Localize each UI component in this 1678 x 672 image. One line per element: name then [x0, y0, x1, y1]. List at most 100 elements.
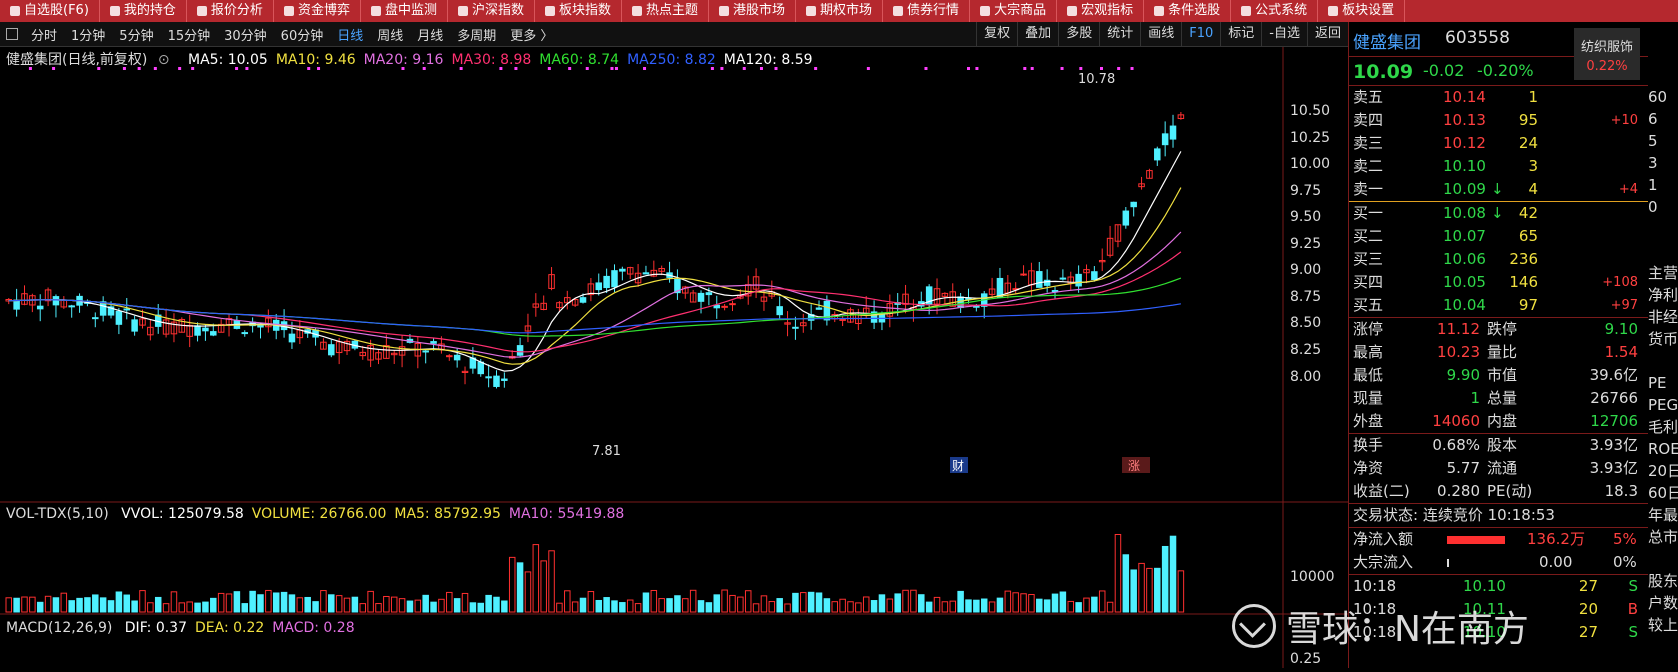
edge-text: 主营: [1648, 264, 1678, 282]
volume-bar: [335, 595, 343, 613]
volume-bar: [902, 589, 909, 613]
top-menu-item[interactable]: 债券行情: [883, 0, 971, 22]
orderbook-volume: 24: [1518, 134, 1538, 152]
orderbook-row[interactable]: 买二 10.07 65: [1349, 225, 1648, 248]
volume-indicator-name: VOL-TDX(5,10): [6, 506, 109, 522]
orderbook-row[interactable]: 卖三 10.12 24: [1349, 132, 1648, 155]
period-tab[interactable]: 日线: [330, 25, 370, 44]
top-menu-label: 期权市场: [820, 3, 873, 18]
top-menu-item[interactable]: 自选股(F6): [0, 0, 100, 22]
candle-body: [493, 375, 500, 387]
volume-bar: [21, 596, 28, 613]
toolbar-button[interactable]: 画线: [1140, 22, 1181, 46]
orderbook-price: 10.13: [1443, 111, 1486, 129]
toolbar-button[interactable]: 叠加: [1017, 22, 1058, 46]
price-change: -0.02: [1423, 61, 1465, 80]
volume-bar: [375, 603, 382, 613]
ma-toggle-icon[interactable]: ⊙: [158, 52, 170, 68]
period-tab[interactable]: 多周期: [450, 25, 503, 44]
volume-bar: [123, 594, 131, 613]
volume-bar: [878, 594, 886, 613]
kline-chart-area[interactable]: 10.50 10.25 10.00 9.75 9.50 9.25 9.00 8.75 8.50 8…: [0, 47, 1348, 668]
top-menu-item[interactable]: 宏观指标: [1057, 0, 1145, 22]
volume-bar: [249, 590, 256, 613]
volume-bar: [477, 602, 485, 613]
orderbook-row[interactable]: 买三 10.06 236: [1349, 248, 1648, 271]
kline-chart-svg[interactable]: 10.50 10.25 10.00 9.75 9.50 9.25 9.00 8.75 8.50 8…: [0, 47, 1348, 668]
toolbar-button[interactable]: -自选: [1261, 22, 1307, 46]
volume-bar: [359, 603, 367, 613]
high-price-marker: 10.78: [1078, 72, 1115, 87]
volume-bar: [60, 592, 68, 613]
edge-text: [1648, 240, 1678, 262]
period-tab[interactable]: 月线: [410, 25, 450, 44]
orderbook-row[interactable]: 卖四 10.13 95 +10: [1349, 109, 1648, 132]
orderbook-volume: 97: [1518, 296, 1538, 314]
top-menu-item[interactable]: 沪深指数: [448, 0, 535, 22]
top-menu-item[interactable]: 港股市场: [709, 0, 797, 22]
top-menu-item[interactable]: 资金博弈: [274, 0, 361, 22]
volume-bar: [949, 600, 957, 613]
toolbar-button[interactable]: 返回: [1306, 22, 1348, 46]
edge-text: 60日: [1648, 484, 1678, 502]
layout-toggle-icon[interactable]: [6, 28, 18, 40]
orderbook-row[interactable]: 买一 10.08 ↓ 42: [1349, 202, 1648, 225]
toolbar-button[interactable]: 统计: [1099, 22, 1140, 46]
top-menu-item[interactable]: 条件选股: [1144, 0, 1232, 22]
top-menu-item[interactable]: 我的持仓: [100, 0, 187, 22]
low-price-marker: 7.81: [592, 444, 621, 459]
edge-text: ROE: [1648, 440, 1678, 458]
top-menu-item[interactable]: 盘中监测: [361, 0, 448, 22]
top-menu-item[interactable]: 板块设置: [1318, 0, 1406, 22]
top-menu-item[interactable]: 报价分析: [187, 0, 274, 22]
top-menu-item[interactable]: 板块指数: [535, 0, 622, 22]
orderbook-row[interactable]: 卖一 10.09 ↓ 4 +4: [1349, 178, 1648, 201]
edge-text: 货币: [1648, 330, 1678, 348]
stat-label: 换手: [1353, 436, 1384, 454]
tick-price: 10.10: [1463, 577, 1506, 595]
volume-bar: [666, 598, 673, 613]
toolbar-button[interactable]: 复权: [976, 22, 1017, 46]
period-tab[interactable]: 周线: [370, 25, 410, 44]
volume-bar: [768, 601, 776, 613]
top-menu-item[interactable]: 热点主题: [622, 0, 710, 22]
volume-bar: [650, 589, 658, 613]
top-menu-label: 我的持仓: [123, 3, 176, 18]
orderbook-row[interactable]: 买五 10.04 97 +97: [1349, 294, 1648, 317]
edge-text: 较上: [1648, 616, 1678, 634]
period-tab[interactable]: 30分钟: [217, 25, 274, 44]
candle-body: [485, 376, 492, 379]
toolbar-button[interactable]: F10: [1181, 22, 1220, 46]
top-menu-label: 自选股(F6): [24, 3, 89, 18]
menu-item-icon: [283, 6, 294, 16]
orderbook-row[interactable]: 买四 10.05 146 +108: [1349, 271, 1648, 294]
volume-bar: [729, 594, 736, 613]
volume-bar: [1138, 562, 1145, 613]
moving-average-line: [8, 187, 1182, 365]
period-tab[interactable]: 1分钟: [64, 25, 112, 44]
candle-body: [1091, 271, 1098, 281]
top-menu-item[interactable]: 期权市场: [796, 0, 884, 22]
edge-text: [1648, 350, 1678, 372]
stock-name[interactable]: 健盛集团: [1353, 28, 1421, 53]
toolbar-button[interactable]: 多股: [1058, 22, 1099, 46]
period-tab[interactable]: 更多 〉: [503, 25, 560, 44]
stats-row: 净资 5.77 流通 3.93亿: [1349, 457, 1648, 480]
volume-bar: [485, 594, 492, 613]
candle-body: [603, 275, 610, 289]
candle-body: [1161, 133, 1169, 146]
orderbook-row[interactable]: 卖二 10.10 3: [1349, 155, 1648, 178]
volume-bar: [194, 602, 201, 613]
toolbar-button[interactable]: 标记: [1220, 22, 1261, 46]
period-tab[interactable]: 5分钟: [112, 25, 160, 44]
top-menu-label: 资金博弈: [297, 3, 350, 18]
period-tab[interactable]: 分时: [24, 25, 64, 44]
top-menu-item[interactable]: 大宗商品: [970, 0, 1058, 22]
top-menu-item[interactable]: 公式系统: [1231, 0, 1319, 22]
period-tab[interactable]: 60分钟: [274, 25, 331, 44]
candle-body: [210, 331, 217, 336]
orderbook-row[interactable]: 卖五 10.14 1: [1349, 86, 1648, 109]
volume-bar: [862, 596, 870, 613]
netflow-value: 136.2万: [1527, 530, 1585, 548]
period-tab[interactable]: 15分钟: [161, 25, 218, 44]
